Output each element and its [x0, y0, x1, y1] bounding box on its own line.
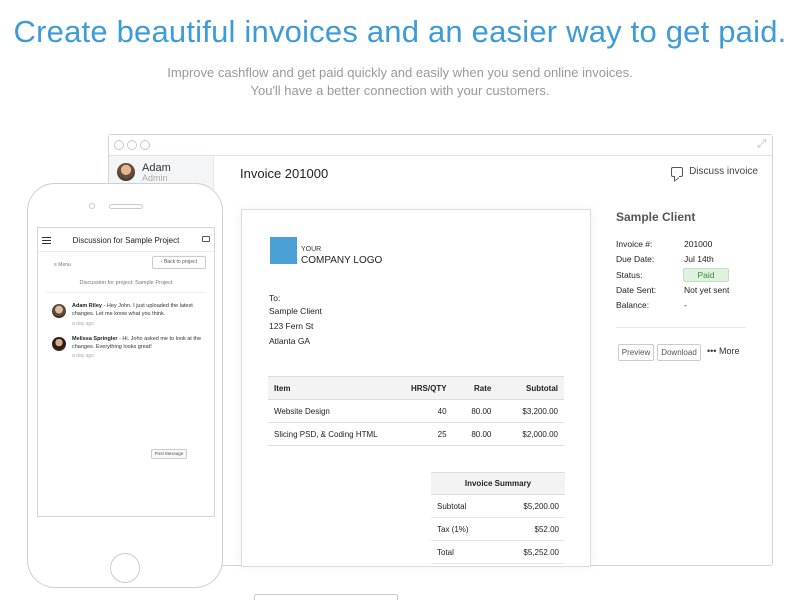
- cell-qty: 40: [386, 399, 453, 423]
- col-qty: HRS/QTY: [386, 376, 453, 400]
- table-row: Slicing PSD, & Coding HTML 25 80.00 $2,0…: [268, 422, 564, 446]
- summary-label: Subtotal: [431, 494, 496, 518]
- summary-value: $52.00: [495, 517, 565, 541]
- mobile-header: Discussion for Sample Project: [38, 228, 214, 252]
- download-button[interactable]: Download: [657, 344, 701, 361]
- avatar: [52, 337, 66, 351]
- preview-button[interactable]: Preview: [618, 344, 654, 361]
- message-text: Adam Riley - Hey John. I just uploaded t…: [72, 302, 207, 318]
- message-author: Melissa Springler: [72, 336, 118, 342]
- status-badge: Paid: [683, 268, 729, 282]
- invoice-number-value: 201000: [684, 239, 713, 249]
- to-label: To:: [269, 293, 281, 303]
- summary-label: Tax (1%): [431, 517, 496, 541]
- table-row: Total $5,252.00: [431, 540, 565, 564]
- chat-bubble-icon[interactable]: [202, 236, 210, 242]
- date-sent-label: Date Sent:: [616, 285, 657, 295]
- summary-value: $5,200.00: [495, 494, 565, 518]
- date-sent-value: Not yet sent: [684, 285, 730, 295]
- window-dot-maximize[interactable]: [140, 140, 150, 150]
- logo-small-text: YOUR: [301, 246, 322, 253]
- status-label: Status:: [616, 270, 643, 280]
- message-time: a day ago: [72, 321, 94, 327]
- summary-header: Invoice Summary: [431, 472, 565, 495]
- col-item: Item: [268, 376, 386, 400]
- post-message-button[interactable]: Post Message: [151, 449, 187, 459]
- discuss-invoice-label: Discuss invoice: [689, 166, 758, 177]
- user-role: Admin: [142, 173, 168, 183]
- discussion-label: Discussion for project: Sample Project: [79, 280, 173, 286]
- divider: [46, 292, 206, 293]
- cell-rate: 80.00: [452, 399, 498, 423]
- to-street: 123 Fern St: [269, 321, 314, 331]
- due-date-label: Due Date:: [616, 254, 655, 264]
- client-name: Sample Client: [616, 210, 696, 224]
- table-row: Subtotal $5,200.00: [431, 494, 565, 518]
- cell-subtotal: $3,200.00: [497, 399, 564, 423]
- page-title: Invoice 201000: [240, 166, 329, 181]
- phone-camera: [89, 203, 95, 209]
- due-date-value: Jul 14th: [684, 254, 714, 264]
- browser-titlebar: ⤢: [109, 135, 772, 156]
- invoice-paper: YOUR COMPANY LOGO To: Sample Client 123 …: [241, 209, 591, 567]
- cell-item: Slicing PSD, & Coding HTML: [268, 422, 386, 446]
- phone-speaker: [109, 204, 143, 209]
- summary-label: Total: [431, 540, 496, 564]
- mobile-menu-link[interactable]: ≡ Menu: [54, 262, 71, 268]
- back-to-project-button[interactable]: ‹ Back to project: [152, 256, 206, 269]
- message-author: Adam Riley: [72, 303, 102, 309]
- message-text: Melissa Springler - Hi. John asked me to…: [72, 335, 207, 351]
- cell-rate: 80.00: [452, 422, 498, 446]
- hero-title: Create beautiful invoices and an easier …: [13, 14, 787, 49]
- avatar[interactable]: [117, 163, 135, 181]
- cell-qty: 25: [386, 422, 453, 446]
- cell-item: Website Design: [268, 399, 386, 423]
- summary-value: $5,252.00: [495, 540, 565, 564]
- phone-mockup: Discussion for Sample Project ≡ Menu ‹ B…: [27, 183, 223, 588]
- to-name: Sample Client: [269, 306, 322, 316]
- invoice-summary-table: Invoice Summary Subtotal $5,200.00 Tax (…: [431, 472, 565, 564]
- message-time: a day ago: [72, 353, 94, 359]
- discuss-invoice-button[interactable]: Discuss invoice: [671, 166, 758, 177]
- window-dot-minimize[interactable]: [127, 140, 137, 150]
- balance-value: -: [684, 300, 687, 310]
- col-rate: Rate: [452, 376, 498, 400]
- to-city: Atlanta GA: [269, 336, 311, 346]
- chat-bubble-icon: [671, 166, 684, 177]
- divider: [616, 327, 746, 328]
- company-logo-icon: [270, 237, 297, 264]
- invoice-number-label: Invoice #:: [616, 239, 653, 249]
- table-row: Tax (1%) $52.00: [431, 517, 565, 541]
- avatar: [52, 304, 66, 318]
- expand-icon[interactable]: ⤢: [757, 138, 766, 151]
- hero-subtitle-line2: You'll have a better connection with you…: [250, 83, 550, 98]
- home-button[interactable]: [110, 553, 140, 583]
- more-button[interactable]: ••• More: [707, 346, 739, 356]
- cell-subtotal: $2,000.00: [497, 422, 564, 446]
- balance-label: Balance:: [616, 300, 650, 310]
- col-subtotal: Subtotal: [497, 376, 564, 400]
- mobile-title: Discussion for Sample Project: [72, 236, 180, 245]
- table-row: Website Design 40 80.00 $3,200.00: [268, 399, 564, 423]
- phone-screen: Discussion for Sample Project ≡ Menu ‹ B…: [37, 227, 215, 517]
- logo-large-text: COMPANY LOGO: [301, 255, 383, 266]
- hero-subtitle-line1: Improve cashflow and get paid quickly an…: [167, 65, 633, 80]
- line-items-table: Item HRS/QTY Rate Subtotal Website Desig…: [268, 376, 564, 446]
- window-dot-close[interactable]: [114, 140, 124, 150]
- partial-button[interactable]: [254, 594, 398, 600]
